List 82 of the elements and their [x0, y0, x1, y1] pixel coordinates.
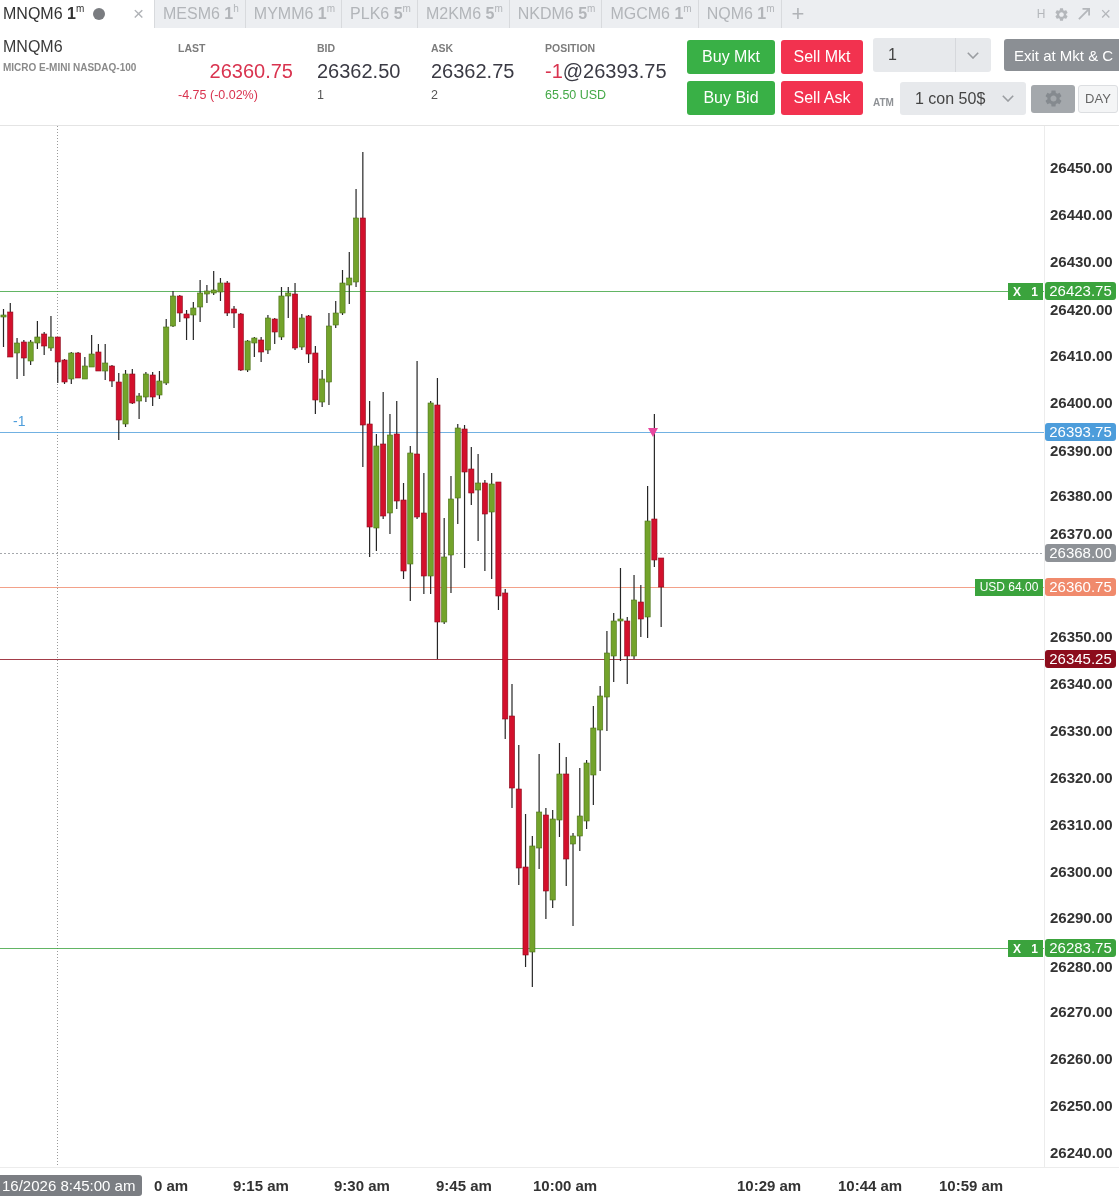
time-axis-label: 10:29 am: [737, 1177, 802, 1194]
price-axis-label: 26330.00: [1050, 722, 1113, 740]
status-dot-icon: [93, 8, 106, 20]
quote-value: 26362.50: [317, 60, 401, 82]
price-axis-label: 26350.00: [1050, 628, 1113, 646]
chart-tab[interactable]: MESM6 1$^{h}$: [155, 0, 246, 28]
price-tag: 26283.75: [1045, 939, 1116, 957]
time-axis-label: 10:59 am: [939, 1177, 1004, 1194]
price-axis-label: 26310.00: [1050, 816, 1113, 834]
price-axis-label: 26280.00: [1050, 958, 1113, 976]
price-axis-label: 26420.00: [1050, 301, 1113, 319]
quote-value: 26362.75: [431, 60, 515, 82]
quote-detail: -4.75 (-0.02%): [178, 88, 259, 103]
price-axis-label: 26240.00: [1050, 1144, 1113, 1162]
position-pnl: 65.50 USD: [545, 88, 608, 103]
settings-icon: [1044, 90, 1062, 107]
price-axis-label: 26370.00: [1050, 525, 1113, 543]
buy-button[interactable]: Buy Mkt: [687, 40, 775, 74]
cancel-order-button[interactable]: X: [1013, 941, 1021, 956]
execution-marker-icon: [648, 428, 658, 437]
quote-label: BID: [317, 42, 337, 54]
atm-label: ATM: [873, 97, 895, 108]
price-tag: 26393.75: [1045, 423, 1116, 441]
chevron-down-icon: [1002, 95, 1014, 102]
price-tag: 26423.75: [1045, 282, 1116, 300]
price-axis-label: 26410.00: [1050, 347, 1113, 365]
quantity-dropdown[interactable]: 1: [873, 38, 991, 72]
price-axis-label: 26340.00: [1050, 675, 1113, 693]
price-axis-label: 26400.00: [1050, 394, 1113, 412]
chart-tab[interactable]: MGCM6 1$^{m}$: [602, 0, 699, 28]
position-label: -1: [13, 413, 26, 429]
price-axis-label: 26430.00: [1050, 253, 1113, 271]
chevron-down-icon: [967, 51, 979, 59]
time-axis-label: 9:30 am: [334, 1177, 390, 1194]
time-axis-label: 10:00 am: [533, 1177, 598, 1194]
diagonal-arrow-icon[interactable]: [1078, 8, 1091, 20]
sell-button[interactable]: Sell Ask: [781, 81, 863, 115]
quote-value: 26360.75: [209, 60, 293, 82]
order-quantity: 1: [1031, 941, 1038, 956]
price-tag: 26368.00: [1045, 544, 1116, 562]
close-tab-button[interactable]: ×: [130, 4, 146, 24]
price-axis-label: 26260.00: [1050, 1050, 1113, 1068]
price-axis-label: 26270.00: [1050, 1003, 1113, 1021]
price-axis-label: 26250.00: [1050, 1097, 1113, 1115]
settings-icon[interactable]: [1055, 7, 1069, 21]
atm-strategy-dropdown[interactable]: 1 con 50$: [900, 82, 1026, 115]
add-tab-button[interactable]: +: [785, 2, 811, 26]
time-in-force-button[interactable]: DAY: [1078, 84, 1118, 113]
crosshair-time-label: 16/2026 8:45:00 am: [0, 1175, 143, 1196]
instrument-symbol: MNQM6: [3, 38, 64, 56]
chart-tab[interactable]: MNQM6 1$^{m}$ ×: [0, 0, 155, 28]
chart-tab[interactable]: NQM6 1$^{m}$: [698, 0, 782, 28]
price-axis-label: 26440.00: [1050, 206, 1113, 224]
price-axis-label: 26290.00: [1050, 909, 1113, 927]
price-tag: 26360.75: [1045, 578, 1116, 596]
quote-label: ASK: [431, 42, 455, 54]
price-axis-label: 26450.00: [1050, 159, 1113, 177]
quote-detail: 2: [431, 88, 439, 103]
time-axis-label: 9:15 am: [233, 1177, 289, 1194]
hotkey-button[interactable]: H: [1036, 7, 1046, 21]
time-axis-label: 10:44 am: [838, 1177, 903, 1194]
time-axis-label: 0 am: [154, 1177, 189, 1194]
quote-label: POSITION: [545, 42, 597, 54]
exit-position-button[interactable]: Exit at Mkt & C: [1004, 39, 1119, 71]
instrument-description: MICRO E-MINI NASDAQ-100: [3, 62, 138, 73]
position-quantity: -1: [545, 60, 563, 82]
price-axis-label: 26380.00: [1050, 487, 1113, 505]
quote-detail: 1: [317, 88, 325, 103]
close-button[interactable]: ×: [1100, 5, 1111, 23]
price-tag: 26345.25: [1045, 650, 1116, 668]
price-axis-label: 26320.00: [1050, 769, 1113, 787]
price-axis-label: 26300.00: [1050, 863, 1113, 881]
price-axis-label: 26390.00: [1050, 442, 1113, 460]
order-quantity: 1: [1031, 284, 1038, 299]
buy-button[interactable]: Buy Bid: [687, 81, 775, 115]
cancel-order-button[interactable]: X: [1013, 284, 1021, 299]
time-axis-label: 9:45 am: [436, 1177, 492, 1194]
settings-button[interactable]: [1031, 84, 1075, 113]
pnl-tag: USD 64.00: [975, 579, 1043, 596]
sell-button[interactable]: Sell Mkt: [781, 40, 863, 74]
quote-label: LAST: [178, 42, 207, 54]
position-price: @26393.75: [562, 60, 667, 82]
